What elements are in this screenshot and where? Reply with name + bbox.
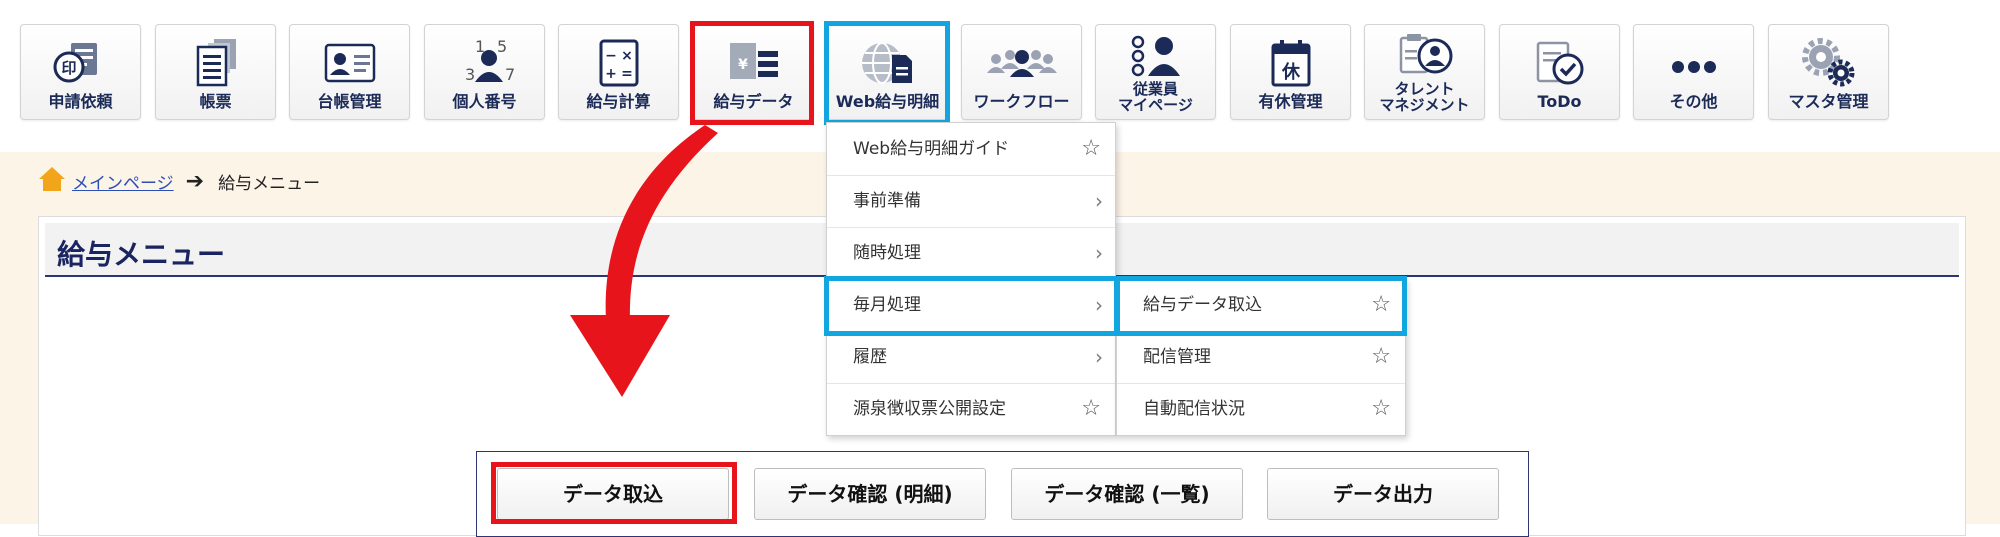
toolbar-item-label-line2: マネジメント (1379, 96, 1470, 114)
id-card-icon (290, 35, 409, 91)
toolbar-item-paid-leave[interactable]: 休 有休管理 (1230, 24, 1351, 120)
breadcrumb-home-link[interactable]: メインページ (72, 169, 174, 194)
toolbar-item-ledger-management[interactable]: 台帳管理 (289, 24, 410, 120)
star-icon[interactable]: ☆ (1081, 123, 1101, 175)
toolbar-item-label: 申請依頼 (48, 92, 113, 111)
toolbar-item-label: 帳票 (199, 92, 232, 111)
star-icon[interactable]: ☆ (1081, 383, 1101, 435)
toolbar-item-forms[interactable]: 帳票 (155, 24, 276, 120)
payroll-button-group: データ取込 データ確認 (明細) データ確認 (一覧) データ出力 (476, 451, 1529, 537)
toolbar-item-label: その他 (1669, 92, 1718, 111)
highlight-payroll-data-import (1114, 276, 1407, 336)
breadcrumb-current: 給与メニュー (218, 173, 321, 194)
toolbar-item-label-line2: マイページ (1118, 96, 1193, 114)
toolbar-item-label-line1: 従業員 (1132, 80, 1178, 98)
chevron-right-icon: › (1095, 241, 1103, 265)
menu-item-web-payslip-guide[interactable]: Web給与明細ガイド ☆ (827, 123, 1115, 175)
menu-item-ad-hoc-processing[interactable]: 随時処理 › (827, 227, 1115, 279)
toolbar-item-label-line1: タレント (1394, 80, 1455, 98)
chevron-right-icon: › (1095, 189, 1103, 213)
menu-item-label: 事前準備 (853, 191, 921, 211)
toolbar-item-label: 給与計算 (586, 92, 651, 111)
toolbar-item-label: 個人番号 (452, 92, 517, 111)
highlight-data-import (491, 462, 737, 524)
chevron-right-icon: › (1095, 345, 1103, 369)
svg-text:+: + (605, 66, 617, 82)
toolbar-item-personal-number[interactable]: 3 1 5 7 個人番号 (424, 24, 545, 120)
star-icon[interactable]: ☆ (1371, 383, 1391, 435)
svg-text:=: = (621, 66, 633, 82)
calendar-glyph: 休 (1281, 61, 1301, 83)
menu-item-history[interactable]: 履歴 › (827, 331, 1115, 383)
svg-text:7: 7 (505, 65, 515, 84)
document-stack-icon (156, 35, 275, 91)
employee-mypage-icon (1096, 31, 1215, 79)
toolbar-item-payroll-calculation[interactable]: − × + = 給与計算 (558, 24, 679, 120)
toolbar-item-label: ワークフロー (973, 92, 1070, 111)
todo-check-icon (1500, 35, 1619, 91)
star-icon[interactable]: ☆ (1371, 331, 1391, 383)
annotation-arrow (570, 125, 718, 397)
calendar-leave-icon: 休 (1231, 35, 1350, 91)
svg-text:×: × (621, 48, 633, 64)
svg-text:−: − (605, 48, 617, 64)
toolbar-item-label: 有休管理 (1258, 92, 1323, 111)
toolbar-item-label: マスタ管理 (1788, 92, 1869, 111)
menu-item-label: 自動配信状況 (1143, 399, 1245, 419)
toolbar-item-label: 従業員 マイページ (1098, 81, 1213, 113)
toolbar-item-application-request[interactable]: 印 申請依頼 (20, 24, 141, 120)
toolbar-item-todo[interactable]: ToDo (1499, 24, 1620, 120)
toolbar-item-label: 台帳管理 (317, 92, 382, 111)
gears-icon (1769, 35, 1888, 91)
menu-item-preparation[interactable]: 事前準備 › (827, 175, 1115, 227)
breadcrumb-arrow-icon: ➔ (185, 168, 205, 194)
menu-item-withholding-slip-settings[interactable]: 源泉徴収票公開設定 ☆ (827, 383, 1115, 435)
toolbar-item-other[interactable]: その他 (1633, 24, 1754, 120)
toolbar-item-workflow[interactable]: ワークフロー (961, 24, 1082, 120)
workflow-icon (962, 35, 1081, 91)
menu-item-label: 源泉徴収票公開設定 (853, 399, 1006, 419)
toolbar-item-label: ToDo (1537, 92, 1582, 111)
calculator-icon: − × + = (559, 35, 678, 91)
breadcrumb: メインページ ➔ 給与メニュー (38, 166, 320, 196)
highlight-payroll-data (690, 21, 814, 125)
data-export-button[interactable]: データ出力 (1267, 468, 1499, 520)
stamp-icon: 印 (21, 35, 140, 91)
page-title: 給与メニュー (57, 238, 226, 271)
menu-item-label: 随時処理 (853, 243, 921, 263)
toolbar-item-employee-mypage[interactable]: 従業員 マイページ (1095, 24, 1216, 120)
highlight-monthly-processing (824, 276, 1120, 336)
svg-text:5: 5 (497, 37, 507, 56)
talent-management-icon (1365, 31, 1484, 79)
submenu-item-auto-delivery-status[interactable]: 自動配信状況 ☆ (1117, 383, 1405, 435)
more-dots-icon (1634, 35, 1753, 91)
menu-item-label: 履歴 (853, 347, 887, 367)
submenu-item-delivery-management[interactable]: 配信管理 ☆ (1117, 331, 1405, 383)
menu-item-label: Web給与明細ガイド (853, 139, 1010, 159)
highlight-web-payslip (824, 21, 950, 125)
toolbar-item-label: タレント マネジメント (1367, 81, 1482, 113)
svg-text:印: 印 (61, 59, 76, 77)
data-check-list-button[interactable]: データ確認 (一覧) (1011, 468, 1243, 520)
data-check-detail-button[interactable]: データ確認 (明細) (754, 468, 986, 520)
svg-text:3: 3 (465, 65, 475, 84)
personal-number-icon: 3 1 5 7 (425, 35, 544, 91)
menu-item-label: 配信管理 (1143, 347, 1211, 367)
toolbar-item-talent-management[interactable]: タレント マネジメント (1364, 24, 1485, 120)
toolbar-item-master-management[interactable]: マスタ管理 (1768, 24, 1889, 120)
home-icon[interactable] (38, 165, 66, 198)
